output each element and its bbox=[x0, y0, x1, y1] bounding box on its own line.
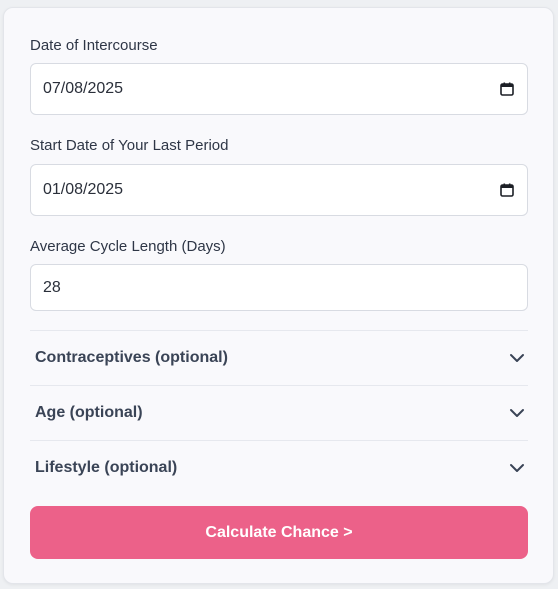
intercourse-date-value: 07/08/2025 bbox=[43, 80, 124, 97]
section-lifestyle-label: Lifestyle (optional) bbox=[35, 459, 178, 476]
last-period-date-value: 01/08/2025 bbox=[43, 181, 124, 198]
section-age[interactable]: Age (optional) bbox=[30, 385, 528, 440]
last-period-date-label: Start Date of Your Last Period bbox=[30, 137, 229, 154]
calendar-icon[interactable] bbox=[499, 182, 515, 198]
cycle-length-label: Average Cycle Length (Days) bbox=[30, 238, 226, 255]
section-lifestyle[interactable]: Lifestyle (optional) bbox=[30, 440, 528, 495]
chevron-down-icon bbox=[508, 404, 526, 422]
section-contraceptives[interactable]: Contraceptives (optional) bbox=[30, 330, 528, 385]
cycle-length-input[interactable]: 28 bbox=[30, 264, 528, 311]
calendar-icon[interactable] bbox=[499, 81, 515, 97]
calculator-card: Date of Intercourse 07/08/2025 Start Dat… bbox=[3, 7, 554, 584]
intercourse-date-label: Date of Intercourse bbox=[30, 37, 158, 54]
calculate-chance-button[interactable]: Calculate Chance > bbox=[30, 506, 528, 559]
intercourse-date-input[interactable]: 07/08/2025 bbox=[30, 63, 528, 115]
cycle-length-value: 28 bbox=[43, 278, 61, 296]
section-contraceptives-label: Contraceptives (optional) bbox=[35, 349, 228, 366]
section-age-label: Age (optional) bbox=[35, 404, 143, 421]
chevron-down-icon bbox=[508, 459, 526, 477]
last-period-date-input[interactable]: 01/08/2025 bbox=[30, 164, 528, 216]
chevron-down-icon bbox=[508, 349, 526, 367]
